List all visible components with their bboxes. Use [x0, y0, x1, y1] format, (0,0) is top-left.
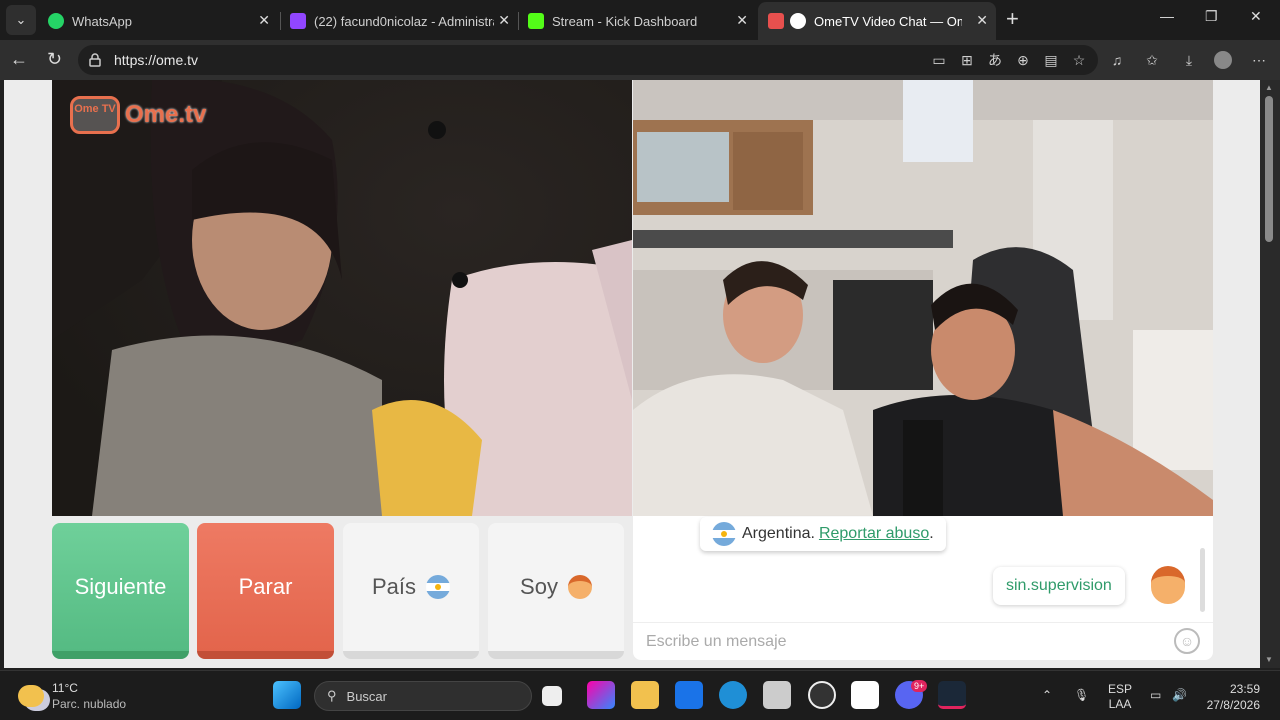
- taskbar-clock[interactable]: 23:59 27/8/2026: [1196, 681, 1260, 713]
- next-label: Siguiente: [74, 574, 167, 599]
- country-name-text: Argentina.: [742, 525, 815, 542]
- ometv-logo: Ome TV Ome.tv: [70, 96, 206, 134]
- stop-button[interactable]: Parar: [197, 523, 334, 659]
- taskbar-search[interactable]: ⚲ Buscar: [314, 681, 532, 711]
- music-icon[interactable]: ♫: [1108, 51, 1126, 69]
- scroll-up-icon[interactable]: ▲: [1265, 83, 1273, 92]
- download-icon[interactable]: ⤓: [1180, 51, 1198, 69]
- partly-cloudy-icon: [18, 685, 44, 707]
- minimize-button[interactable]: —: [1160, 8, 1174, 24]
- weather-widget[interactable]: 11°C Parc. nublado: [18, 680, 126, 712]
- close-icon[interactable]: ✕: [258, 12, 270, 29]
- close-icon[interactable]: ✕: [976, 12, 988, 29]
- gender-label: Soy: [520, 574, 558, 599]
- maximize-button[interactable]: ❐: [1205, 8, 1218, 25]
- search-label: Buscar: [346, 688, 387, 704]
- message-placeholder: Escribe un mensaje: [646, 632, 787, 650]
- recording-icon: [790, 13, 806, 29]
- scroll-down-icon[interactable]: ▼: [1265, 655, 1273, 664]
- favorite-star-icon[interactable]: ☆: [1070, 51, 1088, 69]
- capcut-icon[interactable]: [851, 681, 879, 709]
- tab-title: OmeTV Video Chat — Omegle: [814, 13, 962, 29]
- apps-icon[interactable]: ⊞: [958, 51, 976, 69]
- tab-actions-button[interactable]: ⌄: [6, 5, 36, 35]
- tab-twitch[interactable]: (22) facund0nicolaz - Administrado ✕: [280, 2, 518, 40]
- translate-icon[interactable]: あ: [986, 51, 1004, 69]
- clock-date: 27/8/2026: [1206, 698, 1260, 712]
- url-text: https://ome.tv: [114, 52, 199, 68]
- tab-title: (22) facund0nicolaz - Administrado: [314, 13, 494, 29]
- reader-icon[interactable]: ▤: [1042, 51, 1060, 69]
- system-country-message: Argentina. Reportar abuso.: [700, 517, 946, 551]
- new-tab-button[interactable]: +: [1006, 8, 1019, 30]
- microphone-icon[interactable]: 🎙: [1074, 688, 1089, 703]
- search-icon: ⚲: [327, 688, 337, 703]
- tray-chevron-icon[interactable]: ⌃: [1042, 688, 1052, 703]
- refresh-icon[interactable]: ↻: [47, 49, 62, 70]
- country-label: País: [371, 574, 417, 599]
- tab-kick[interactable]: Stream - Kick Dashboard ✕: [518, 2, 756, 40]
- outlook-icon[interactable]: [675, 681, 703, 709]
- user-message-text: sin.supervision: [1006, 577, 1112, 594]
- edge-icon[interactable]: [719, 681, 747, 709]
- twitch-icon: [290, 13, 306, 29]
- more-menu-icon[interactable]: ⋯: [1250, 51, 1268, 69]
- gender-selector-button[interactable]: Soy: [488, 523, 624, 659]
- camera-icon[interactable]: ▭: [930, 51, 948, 69]
- scrollbar-thumb[interactable]: [1265, 96, 1273, 242]
- boy-face-icon: [567, 575, 592, 599]
- favorites-icon[interactable]: ✩: [1143, 51, 1161, 69]
- lock-icon: [89, 53, 101, 67]
- network-icon[interactable]: ▭: [1150, 688, 1161, 703]
- steam-icon[interactable]: [938, 681, 966, 709]
- copilot-icon[interactable]: [587, 681, 615, 709]
- weather-description: Parc. nublado: [52, 697, 127, 711]
- whatsapp-icon: [48, 13, 64, 29]
- back-arrow-icon[interactable]: ←: [10, 49, 28, 70]
- report-abuse-link[interactable]: Reportar abuso: [819, 525, 929, 543]
- country-selector-button[interactable]: País: [343, 523, 479, 659]
- message-input[interactable]: Escribe un mensaje: [633, 622, 1213, 660]
- user-avatar-icon: [1151, 566, 1185, 604]
- clock-time: 23:59: [1229, 682, 1260, 696]
- obs-icon[interactable]: [808, 681, 836, 709]
- kick-icon: [528, 13, 544, 29]
- tab-whatsapp[interactable]: WhatsApp ✕: [38, 2, 278, 40]
- user-message-bubble: sin.supervision: [993, 567, 1125, 605]
- logo-tv-badge: Ome TV: [70, 96, 120, 134]
- address-bar-row: ← ↻ https://ome.tv ▭ ⊞ あ ⊕ ▤ ☆ ♫ ✩ ⤓ ⋯: [0, 40, 1280, 80]
- window-close-button[interactable]: ✕: [1250, 8, 1262, 25]
- ometv-icon: [768, 13, 784, 29]
- profile-avatar[interactable]: [1214, 51, 1232, 69]
- chat-scrollbar[interactable]: [1200, 548, 1205, 612]
- language-indicator[interactable]: ESP LAA: [1108, 682, 1132, 712]
- close-icon[interactable]: ✕: [498, 12, 510, 29]
- tab-title: Stream - Kick Dashboard: [552, 13, 698, 29]
- volume-icon[interactable]: 🔊: [1172, 688, 1187, 703]
- windows-start-icon[interactable]: [273, 681, 301, 709]
- close-icon[interactable]: ✕: [736, 12, 748, 29]
- next-button[interactable]: Siguiente: [52, 523, 189, 659]
- file-explorer-icon[interactable]: [631, 681, 659, 709]
- tab-title: WhatsApp: [72, 13, 132, 29]
- logo-text: Ome.tv: [125, 101, 207, 128]
- stop-label: Parar: [238, 574, 293, 599]
- tab-ometv[interactable]: OmeTV Video Chat — Omegle ✕: [758, 2, 996, 40]
- argentina-flag-icon: [426, 575, 451, 599]
- discord-badge: 9+: [911, 680, 928, 692]
- task-view-icon[interactable]: [542, 686, 562, 706]
- self-video: [633, 80, 1213, 516]
- emoji-icon[interactable]: ☺: [1174, 628, 1200, 654]
- stranger-video: [52, 80, 632, 516]
- zoom-icon[interactable]: ⊕: [1014, 51, 1032, 69]
- argentina-flag-icon: [712, 522, 736, 546]
- camera-app-icon[interactable]: [763, 681, 791, 709]
- page-scrollbar[interactable]: ▲ ▼: [1260, 80, 1280, 668]
- weather-temperature: 11°C: [52, 681, 78, 695]
